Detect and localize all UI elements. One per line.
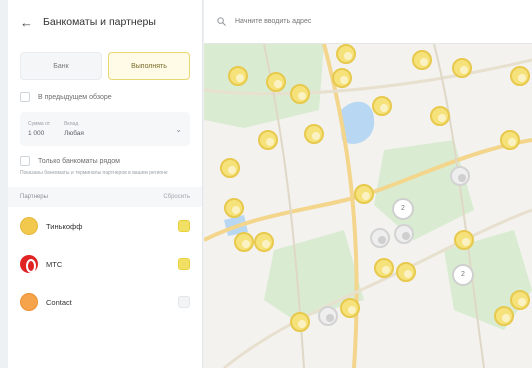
partners-header: Партнеры Сбросить bbox=[8, 187, 202, 207]
filter-checkbox[interactable] bbox=[20, 92, 30, 102]
contact-logo-icon bbox=[20, 293, 38, 311]
partner-toggle[interactable] bbox=[178, 296, 190, 308]
partner-name: МТС bbox=[46, 259, 63, 269]
partner-toggle[interactable] bbox=[178, 258, 190, 270]
amount-select[interactable]: Сумма от 1 000 Вклад Любая ⌄ bbox=[20, 112, 190, 146]
search-icon bbox=[217, 17, 226, 26]
map-pin-icon[interactable] bbox=[332, 68, 352, 88]
map-pin-icon[interactable] bbox=[304, 124, 324, 144]
partner-item-tinkoff[interactable]: Тинькофф bbox=[8, 207, 202, 245]
back-arrow-icon[interactable]: ← bbox=[20, 15, 33, 30]
select-caption-1: Сумма от bbox=[28, 121, 51, 127]
map-pin-icon[interactable] bbox=[374, 258, 394, 278]
map-search-input[interactable] bbox=[235, 18, 485, 25]
select-value-1: 1 000 bbox=[28, 130, 45, 137]
nearby-label: Только банкоматы рядом bbox=[38, 157, 120, 165]
map-pin-icon[interactable] bbox=[318, 306, 338, 326]
map-pin-icon[interactable] bbox=[266, 72, 286, 92]
tab-partners[interactable]: Выполнять bbox=[108, 52, 190, 80]
filter-row-2: Только банкоматы рядом bbox=[8, 156, 202, 166]
map-pin-icon[interactable] bbox=[372, 96, 392, 116]
map-pin-icon[interactable] bbox=[452, 58, 472, 78]
partners-reset-link[interactable]: Сбросить bbox=[163, 194, 190, 200]
map-pin-icon[interactable] bbox=[254, 232, 274, 252]
cluster-pin[interactable]: 2 bbox=[452, 264, 474, 286]
map-pin-icon[interactable] bbox=[396, 262, 416, 282]
map-pin-icon[interactable] bbox=[412, 50, 432, 70]
select-caption-2: Вклад bbox=[64, 121, 79, 127]
chevron-down-icon[interactable]: ⌄ bbox=[175, 125, 182, 134]
map-pin-icon[interactable] bbox=[340, 298, 360, 318]
cluster-count: 2 bbox=[461, 271, 465, 278]
partner-name: Contact bbox=[46, 297, 72, 307]
select-col-1: Сумма от 1 000 bbox=[28, 121, 50, 137]
map-pin-icon[interactable] bbox=[258, 130, 278, 150]
map-pin-icon[interactable] bbox=[510, 290, 530, 310]
map-pin-icon[interactable] bbox=[290, 312, 310, 332]
partner-item-mts[interactable]: МТС bbox=[8, 245, 202, 283]
map-pin-icon[interactable] bbox=[228, 66, 248, 86]
partners-title: Партнеры bbox=[20, 194, 48, 200]
map-pin-icon[interactable] bbox=[220, 158, 240, 178]
filter-label: В предыдущем обзоре bbox=[38, 93, 112, 101]
left-panel: ← Банкоматы и партнеры Банк Выполнять В … bbox=[8, 0, 203, 368]
partner-toggle[interactable] bbox=[178, 220, 190, 232]
map-pin-icon[interactable] bbox=[500, 130, 520, 150]
map-pin-icon[interactable] bbox=[510, 66, 530, 86]
filter-row-1: В предыдущем обзоре bbox=[8, 92, 202, 102]
mts-logo-icon bbox=[20, 255, 38, 273]
map-pin-icon[interactable] bbox=[430, 106, 450, 126]
map-pin-icon[interactable] bbox=[394, 224, 414, 244]
map-pin-icon[interactable] bbox=[224, 198, 244, 218]
select-col-2: Вклад Любая bbox=[64, 121, 84, 137]
map-pin-icon[interactable] bbox=[336, 44, 356, 64]
map-pin-icon[interactable] bbox=[354, 184, 374, 204]
panel-header: ← Банкоматы и партнеры bbox=[8, 0, 202, 44]
tab-bank[interactable]: Банк bbox=[20, 52, 102, 80]
panel-title: Банкоматы и партнеры bbox=[43, 16, 156, 28]
filter-note: Показаны банкоматы и терминалы партнеров… bbox=[20, 170, 168, 176]
map-pin-icon[interactable] bbox=[454, 230, 474, 250]
map-canvas[interactable]: 2 2 bbox=[204, 0, 532, 368]
partner-name: Тинькофф bbox=[46, 221, 83, 231]
map-pin-icon[interactable] bbox=[370, 228, 390, 248]
partner-item-contact[interactable]: Contact bbox=[8, 283, 202, 321]
nearby-checkbox[interactable] bbox=[20, 156, 30, 166]
map-pin-icon[interactable] bbox=[494, 306, 514, 326]
map-pin-icon[interactable] bbox=[234, 232, 254, 252]
map-pin-icon[interactable] bbox=[290, 84, 310, 104]
tinkoff-logo-icon bbox=[20, 217, 38, 235]
map-pin-icon[interactable] bbox=[450, 166, 470, 186]
select-value-2: Любая bbox=[64, 130, 84, 137]
cluster-count: 2 bbox=[401, 205, 405, 212]
map-search-bar bbox=[204, 0, 532, 44]
tab-switcher: Банк Выполнять bbox=[8, 52, 202, 80]
cluster-pin[interactable]: 2 bbox=[392, 198, 414, 220]
